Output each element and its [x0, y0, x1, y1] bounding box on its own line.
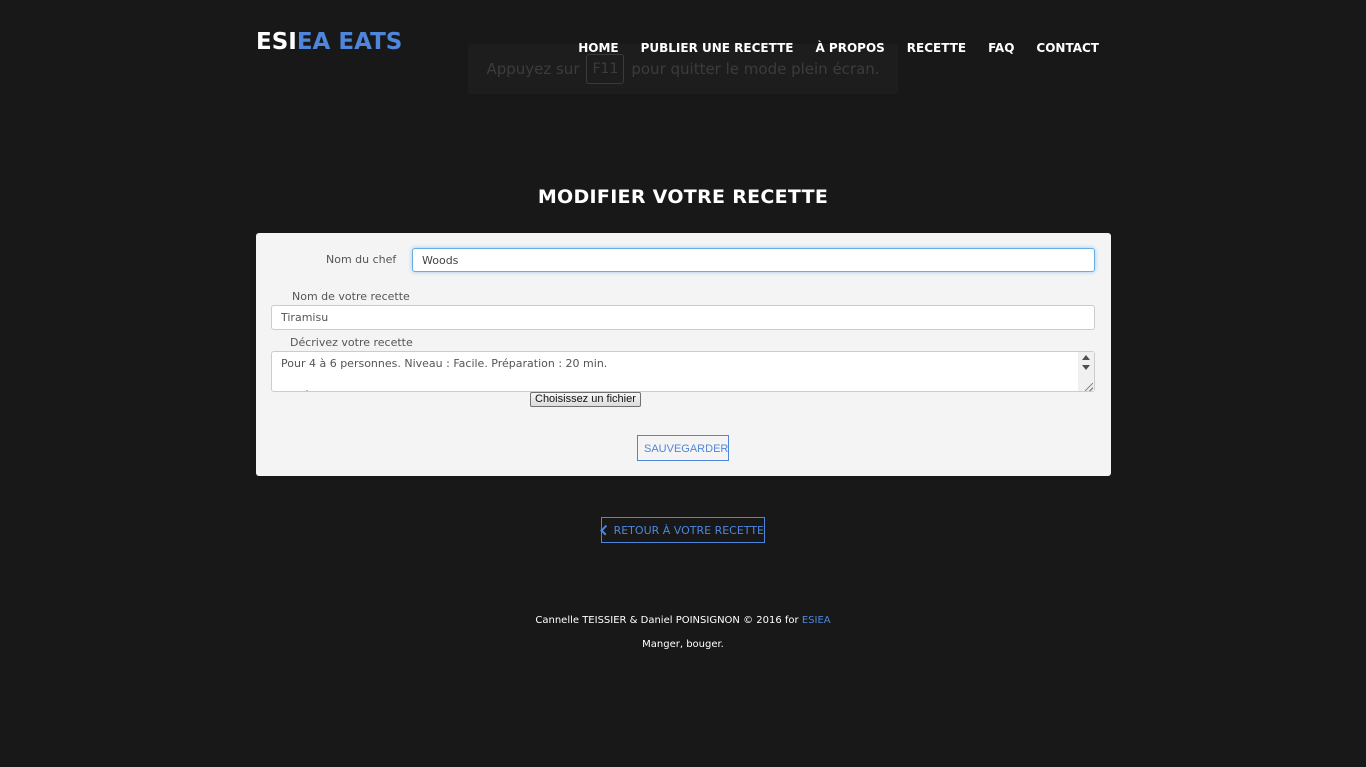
footer-esiea-link[interactable]: ESIEA	[802, 615, 831, 626]
recipe-name-label: Nom de votre recette	[292, 290, 410, 303]
scroll-up-arrow-icon[interactable]	[1082, 355, 1090, 360]
logo-text-accent: EA EATS	[296, 29, 403, 55]
choose-file-button[interactable]: Choisissez un fichier	[530, 392, 641, 407]
chef-name-input[interactable]	[412, 248, 1095, 272]
nav-recipe[interactable]: RECETTE	[907, 40, 966, 56]
fullscreen-key-badge: F11	[586, 54, 625, 84]
footer-credit: Cannelle TEISSIER & Daniel POINSIGNON © …	[0, 615, 1366, 626]
chef-name-label: Nom du chef	[326, 253, 397, 266]
logo-text-primary: ESI	[256, 29, 297, 55]
nav-contact[interactable]: CONTACT	[1036, 40, 1099, 56]
back-to-recipe-label: RETOUR À VOTRE RECETTE	[613, 523, 764, 537]
resize-grip-icon[interactable]	[1085, 383, 1093, 391]
nav-publish-recipe[interactable]: PUBLIER UNE RECETTE	[641, 40, 794, 56]
recipe-description-textarea[interactable]: Pour 4 à 6 personnes. Niveau : Facile. P…	[271, 351, 1095, 392]
back-to-recipe-button[interactable]: RETOUR À VOTRE RECETTE	[600, 517, 765, 543]
page-title: MODIFIER VOTRE RECETTE	[537, 186, 829, 208]
site-logo[interactable]: ESIEA EATS	[256, 27, 402, 57]
footer-tagline: Manger, bouger.	[642, 639, 724, 650]
edit-recipe-form: Nom du chef Nom de votre recette Décrive…	[256, 233, 1111, 476]
save-button[interactable]: SAUVEGARDER	[637, 435, 729, 461]
page: ESIEA EATS Appuyez sur F11 pour quitter …	[0, 0, 1366, 767]
recipe-description-label: Décrivez votre recette	[290, 336, 413, 349]
fullscreen-notice-after: pour quitter le mode plein écran.	[631, 60, 880, 78]
nav-home[interactable]: HOME	[578, 40, 618, 56]
nav-faq[interactable]: FAQ	[988, 40, 1014, 56]
recipe-name-input[interactable]	[271, 305, 1095, 330]
fullscreen-notice-before: Appuyez sur	[486, 60, 580, 78]
chevron-left-icon	[600, 524, 611, 535]
main-nav: HOME PUBLIER UNE RECETTE À PROPOS RECETT…	[556, 40, 1099, 56]
nav-about[interactable]: À PROPOS	[815, 40, 884, 56]
scroll-down-arrow-icon[interactable]	[1082, 365, 1090, 370]
footer-credit-text: Cannelle TEISSIER & Daniel POINSIGNON © …	[535, 615, 799, 626]
